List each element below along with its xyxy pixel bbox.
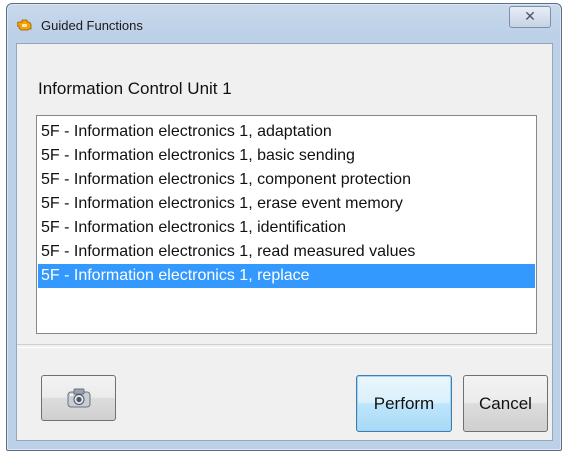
screenshot-button[interactable] (41, 375, 116, 421)
title-bar[interactable]: Guided Functions ✕ (7, 4, 561, 44)
dialog-content: Information Control Unit 1 5F - Informat… (16, 43, 553, 441)
perform-button[interactable]: Perform (356, 375, 452, 432)
list-item[interactable]: 5F - Information electronics 1, identifi… (38, 216, 535, 240)
cancel-button[interactable]: Cancel (463, 375, 548, 432)
list-item[interactable]: 5F - Information electronics 1, read mea… (38, 240, 535, 264)
section-title: Information Control Unit 1 (38, 79, 232, 98)
function-listbox[interactable]: 5F - Information electronics 1, adaptati… (36, 115, 537, 334)
guided-functions-dialog: Guided Functions ✕ Information Control U… (6, 3, 562, 451)
close-icon: ✕ (524, 8, 536, 24)
list-item[interactable]: 5F - Information electronics 1, basic se… (38, 144, 535, 168)
list-item-selected[interactable]: 5F - Information electronics 1, replace (38, 264, 535, 288)
close-button[interactable]: ✕ (509, 6, 551, 28)
list-item[interactable]: 5F - Information electronics 1, erase ev… (38, 192, 535, 216)
engine-warning-icon (17, 19, 32, 31)
divider (17, 344, 552, 348)
camera-icon (67, 388, 90, 408)
window-title: Guided Functions (41, 18, 143, 33)
list-item[interactable]: 5F - Information electronics 1, componen… (38, 168, 535, 192)
list-item[interactable]: 5F - Information electronics 1, adaptati… (38, 120, 535, 144)
